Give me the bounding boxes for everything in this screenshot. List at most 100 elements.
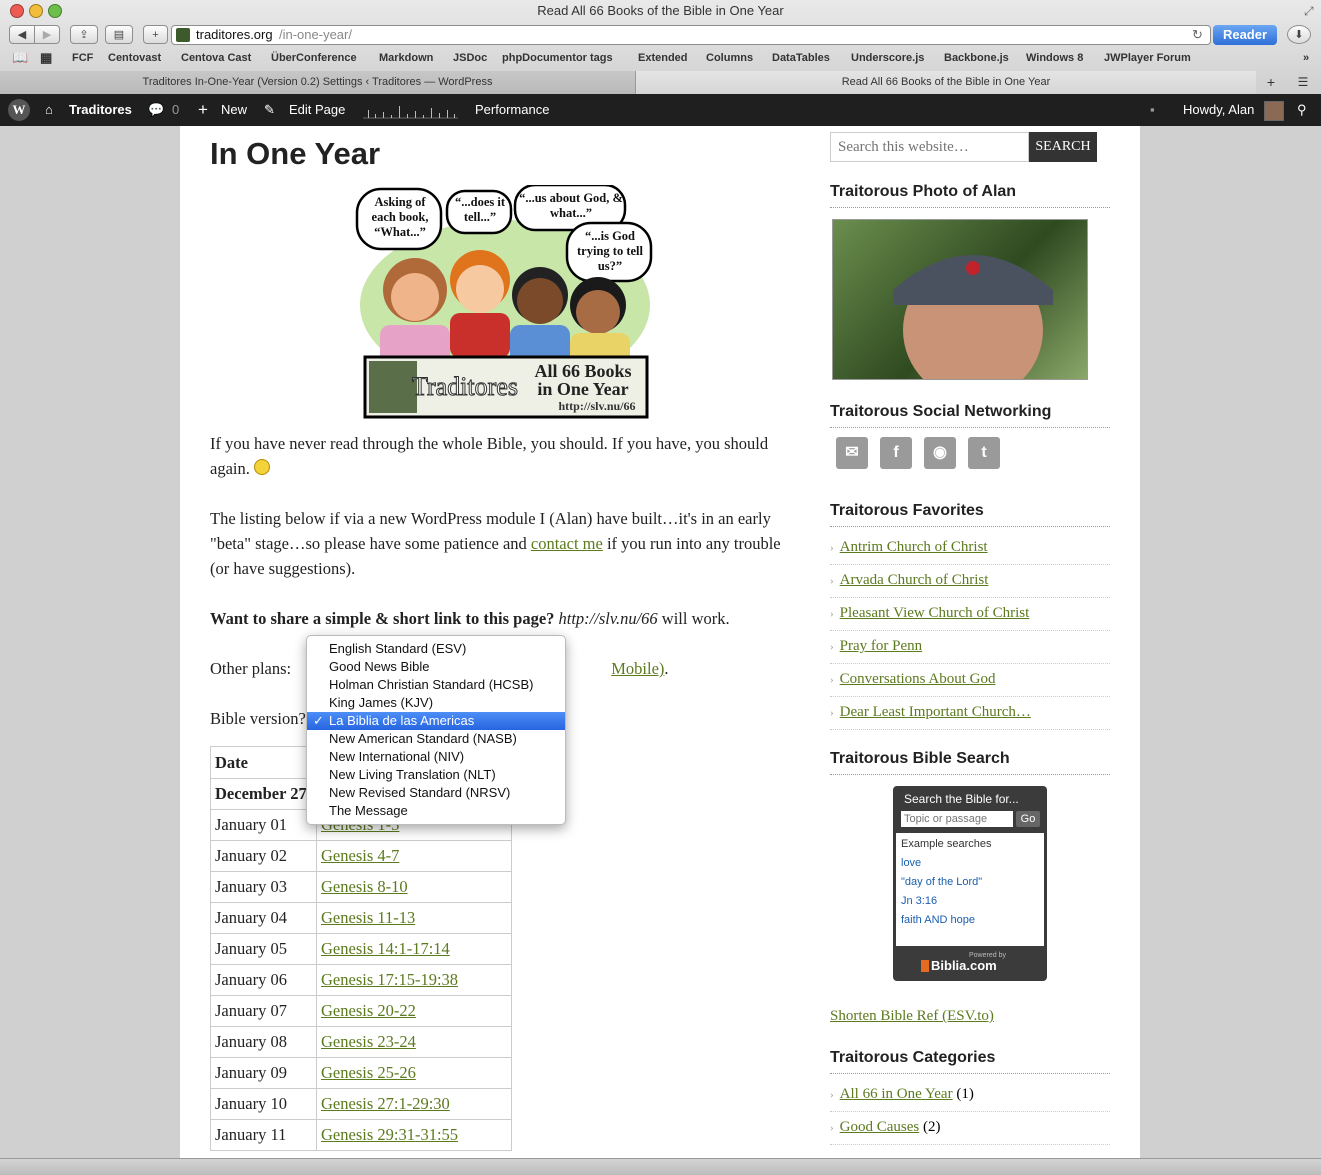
bookmark-item[interactable]: Underscore.js <box>851 52 924 64</box>
reading-link[interactable]: Genesis 23-24 <box>321 1032 416 1051</box>
bookmark-item[interactable]: Centova Cast <box>181 52 251 64</box>
dropdown-option-label: La Biblia de las Americas <box>329 713 475 728</box>
bookmarks-overflow-icon[interactable]: » <box>1303 52 1309 64</box>
share-after: will work. <box>661 609 730 628</box>
bookmark-item[interactable]: Markdown <box>379 52 433 64</box>
tab-active[interactable]: Read All 66 Books of the Bible in One Ye… <box>636 71 1256 94</box>
reading-link[interactable]: Genesis 29:31-31:55 <box>321 1125 458 1144</box>
dropdown-option[interactable]: Good News Bible <box>307 658 565 676</box>
new-link[interactable]: New <box>221 94 247 126</box>
shorten-bible-ref-link[interactable]: Shorten Bible Ref (ESV.to) <box>830 1008 994 1025</box>
email-icon[interactable]: ✉ <box>836 437 868 469</box>
comments-icon[interactable]: 💬 <box>148 94 164 126</box>
forward-button[interactable]: ▶ <box>34 25 60 44</box>
reading-link[interactable]: Genesis 14:1-17:14 <box>321 939 450 958</box>
favorite-link[interactable]: Conversations About God <box>840 671 996 687</box>
bookmark-item[interactable]: Backbone.js <box>944 52 1009 64</box>
dropdown-option[interactable]: King James (KJV) <box>307 694 565 712</box>
biblia-heading: Search the Bible for... <box>904 792 1019 806</box>
dropdown-option[interactable]: The Message <box>307 802 565 820</box>
edit-page-link[interactable]: Edit Page <box>289 94 345 126</box>
bookmark-item[interactable]: Windows 8 <box>1026 52 1083 64</box>
search-icon[interactable]: ⚲ <box>1297 94 1307 126</box>
history-button[interactable]: ▤ <box>105 25 133 44</box>
favorite-link[interactable]: Pleasant View Church of Christ <box>840 605 1030 621</box>
bookmark-item[interactable]: phpDocumentor tags <box>502 52 613 64</box>
avatar[interactable] <box>1264 101 1284 121</box>
reader-button[interactable]: Reader <box>1213 25 1277 45</box>
biblia-example-link[interactable]: "day of the Lord" <box>901 876 982 888</box>
table-row: January 05 Genesis 14:1-17:14 <box>210 933 512 965</box>
new-tab-plus-icon[interactable]: + <box>1258 71 1284 94</box>
favorite-link[interactable]: Dear Least Important Church… <box>840 704 1031 720</box>
bookmark-item[interactable]: Extended <box>638 52 688 64</box>
favorite-link[interactable]: Arvada Church of Christ <box>840 572 989 588</box>
biblia-go-button[interactable]: Go <box>1016 811 1040 827</box>
search-button[interactable]: SEARCH <box>1029 132 1097 162</box>
bookmark-item[interactable]: Centovast <box>108 52 161 64</box>
bookmark-item[interactable]: JWPlayer Forum <box>1104 52 1191 64</box>
biblia-search-input[interactable] <box>901 811 1013 827</box>
site-favicon-icon <box>176 28 190 42</box>
dropdown-option[interactable]: New American Standard (NASB) <box>307 730 565 748</box>
bookmark-item[interactable]: FCF <box>72 52 93 64</box>
facebook-icon[interactable]: f <box>880 437 912 469</box>
dropdown-option[interactable]: New International (NIV) <box>307 748 565 766</box>
favorite-link[interactable]: Pray for Penn <box>840 638 923 654</box>
bible-version-dropdown-menu[interactable]: English Standard (ESV) Good News Bible H… <box>306 635 566 825</box>
biblia-example-link[interactable]: love <box>901 857 921 869</box>
bible-version-label: Bible version? <box>210 709 306 728</box>
bookmark-item[interactable]: JSDoc <box>453 52 487 64</box>
reading-link[interactable]: Genesis 8-10 <box>321 877 408 896</box>
rss-icon[interactable]: ◉ <box>924 437 956 469</box>
other-plans-link[interactable]: Mobile) <box>611 659 664 678</box>
dropdown-option[interactable]: Holman Christian Standard (HCSB) <box>307 676 565 694</box>
dropdown-option-selected[interactable]: ✓ La Biblia de las Americas <box>307 712 565 730</box>
performance-link[interactable]: Performance <box>475 94 549 126</box>
tab-overview-icon[interactable]: ☰ <box>1290 71 1316 94</box>
list-item: › Dear Least Important Church… <box>830 696 1110 730</box>
address-bar[interactable]: traditores.org /in-one-year/ ↻ <box>171 25 1211 45</box>
table-cell-date: January 09 <box>210 1057 317 1089</box>
smiley-icon <box>253 459 270 475</box>
top-sites-icon[interactable]: ▦ <box>40 50 52 66</box>
bookmark-item[interactable]: DataTables <box>772 52 830 64</box>
share-button[interactable]: ⇪ <box>70 25 98 44</box>
search-input[interactable] <box>830 132 1029 162</box>
bookmarks-bar: 📖 ▦ FCF Centovast Centova Cast ÜberConfe… <box>0 50 1321 70</box>
category-link[interactable]: All 66 in One Year <box>840 1086 953 1102</box>
home-icon[interactable]: ⌂ <box>45 94 53 126</box>
category-link[interactable]: Good Causes <box>840 1119 920 1135</box>
tab-settings[interactable]: Traditores In-One-Year (Version 0.2) Set… <box>0 71 636 94</box>
biblia-example-link[interactable]: Jn 3:16 <box>901 895 937 907</box>
favorite-link[interactable]: Antrim Church of Christ <box>840 539 988 555</box>
reading-link[interactable]: Genesis 20-22 <box>321 1001 416 1020</box>
hero-book-line1: All 66 Books <box>534 361 631 381</box>
bookmark-item[interactable]: ÜberConference <box>271 52 357 64</box>
plus-icon[interactable]: + <box>198 94 208 126</box>
dropdown-option[interactable]: New Revised Standard (NRSV) <box>307 784 565 802</box>
dropdown-option[interactable]: English Standard (ESV) <box>307 640 565 658</box>
stats-sparkline[interactable] <box>363 94 458 126</box>
site-name-link[interactable]: Traditores <box>69 94 132 126</box>
biblia-example-link[interactable]: faith AND hope <box>901 914 975 926</box>
twitter-icon[interactable]: t <box>968 437 1000 469</box>
notifications-icon[interactable]: ▪ <box>1150 94 1155 126</box>
reading-link[interactable]: Genesis 17:15-19:38 <box>321 970 458 989</box>
wordpress-logo-icon[interactable]: W <box>8 99 30 121</box>
howdy-user[interactable]: Howdy, Alan <box>1183 94 1254 126</box>
reading-list-icon[interactable]: 📖 <box>12 50 28 66</box>
dropdown-option[interactable]: New Living Translation (NLT) <box>307 766 565 784</box>
reading-link[interactable]: Genesis 25-26 <box>321 1063 416 1082</box>
reading-link[interactable]: Genesis 27:1-29:30 <box>321 1094 450 1113</box>
fullscreen-icon[interactable]: ⤢ <box>1304 4 1314 19</box>
reading-link[interactable]: Genesis 4-7 <box>321 846 399 865</box>
biblia-brand[interactable]: Biblia.com <box>931 958 997 973</box>
reload-icon[interactable]: ↻ <box>1192 26 1203 44</box>
downloads-icon[interactable]: ⬇ <box>1287 25 1311 44</box>
new-tab-button[interactable]: + <box>143 25 168 44</box>
back-button[interactable]: ◀ <box>9 25 35 44</box>
reading-link[interactable]: Genesis 11-13 <box>321 908 415 927</box>
bookmark-item[interactable]: Columns <box>706 52 753 64</box>
contact-me-link[interactable]: contact me <box>531 534 603 553</box>
